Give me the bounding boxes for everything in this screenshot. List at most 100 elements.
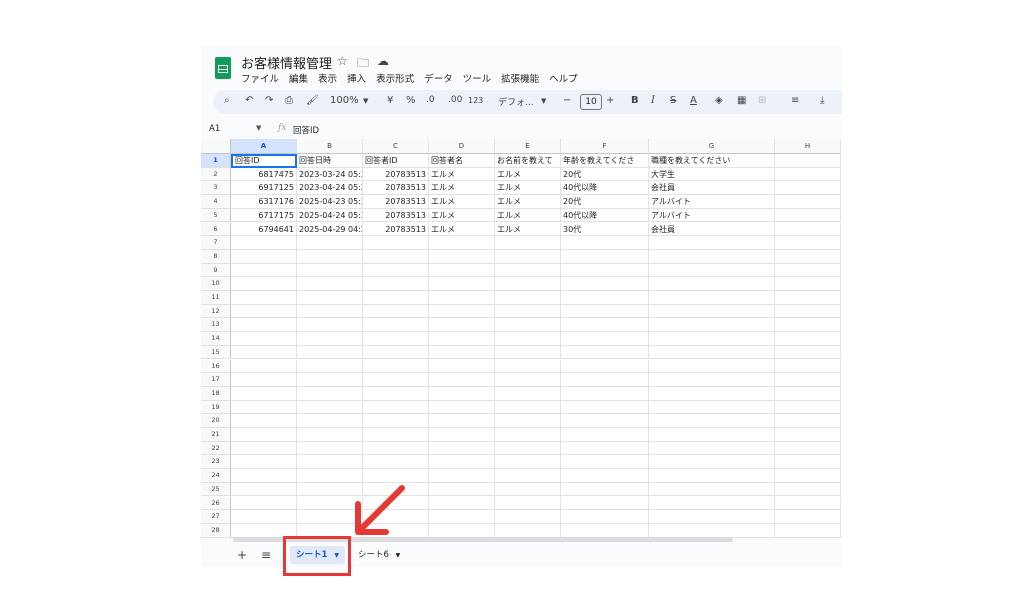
table-cell[interactable] (429, 236, 495, 250)
table-cell[interactable] (649, 469, 775, 483)
table-cell[interactable] (231, 304, 297, 319)
table-cell[interactable] (363, 428, 429, 442)
align-icon[interactable]: ≡ (791, 95, 799, 106)
table-cell[interactable] (495, 482, 561, 497)
text-color-button[interactable]: A (690, 95, 697, 106)
table-cell[interactable] (561, 400, 649, 415)
header-cell[interactable]: 年齢を教えてくださ (561, 154, 649, 168)
table-cell[interactable] (561, 373, 649, 387)
table-cell[interactable] (649, 441, 775, 456)
table-cell[interactable] (649, 345, 775, 360)
row-header[interactable]: 12 (201, 304, 231, 319)
merge-cells-icon[interactable]: ⊞ (758, 95, 766, 106)
table-cell[interactable] (297, 318, 363, 333)
font-select[interactable]: デフォ... (498, 95, 534, 108)
table-cell[interactable] (775, 345, 841, 360)
table-cell[interactable] (429, 386, 495, 401)
header-cell[interactable]: 職種を教えてください (649, 154, 775, 168)
table-cell[interactable] (231, 291, 297, 305)
table-cell[interactable] (775, 359, 841, 374)
table-cell[interactable] (495, 428, 561, 442)
table-cell[interactable] (297, 304, 363, 319)
table-cell[interactable] (363, 263, 429, 278)
table-cell[interactable] (495, 386, 561, 401)
table-cell[interactable]: 会社員 (649, 181, 775, 196)
table-cell[interactable] (649, 263, 775, 278)
column-header-g[interactable]: G (649, 139, 775, 154)
table-cell[interactable] (775, 414, 841, 428)
table-cell[interactable] (363, 345, 429, 360)
row-header[interactable]: 22 (201, 441, 231, 456)
table-cell[interactable] (649, 304, 775, 319)
table-cell[interactable] (561, 236, 649, 250)
table-cell[interactable] (775, 386, 841, 401)
table-cell[interactable] (775, 249, 841, 264)
row-header[interactable]: 24 (201, 469, 231, 483)
row-header[interactable]: 7 (201, 236, 231, 250)
table-cell[interactable] (775, 523, 841, 538)
star-icon[interactable]: ☆ (337, 54, 348, 68)
table-cell[interactable] (297, 263, 363, 278)
table-cell[interactable] (429, 482, 495, 497)
table-cell[interactable] (231, 386, 297, 401)
row-header[interactable]: 11 (201, 291, 231, 305)
table-cell[interactable] (649, 455, 775, 470)
row-header[interactable]: 1 (201, 154, 231, 168)
table-cell[interactable] (561, 469, 649, 483)
table-cell[interactable] (495, 345, 561, 360)
table-cell[interactable]: 2025-04-23 05:2 (297, 195, 363, 209)
table-cell[interactable]: 大学生 (649, 167, 775, 182)
row-header[interactable]: 15 (201, 345, 231, 360)
table-cell[interactable] (561, 441, 649, 456)
table-cell[interactable] (363, 332, 429, 346)
sheet-tab-6[interactable]: シート6 ▼ (352, 546, 406, 564)
table-cell[interactable] (363, 277, 429, 291)
table-cell[interactable] (363, 414, 429, 428)
table-cell[interactable] (231, 414, 297, 428)
menu-extensions[interactable]: 拡張機能 (501, 71, 539, 85)
add-sheet-icon[interactable]: + (237, 548, 247, 562)
table-cell[interactable] (775, 208, 841, 223)
table-cell[interactable] (297, 277, 363, 291)
zoom-select[interactable]: 100% (330, 95, 359, 106)
table-cell[interactable] (429, 332, 495, 346)
table-cell[interactable] (495, 318, 561, 333)
table-cell[interactable] (775, 236, 841, 250)
table-cell[interactable] (231, 496, 297, 511)
table-cell[interactable] (495, 236, 561, 250)
table-cell[interactable]: 6317176 (231, 195, 297, 209)
chevron-down-icon[interactable]: ▼ (541, 97, 546, 105)
table-cell[interactable] (775, 304, 841, 319)
table-cell[interactable] (649, 236, 775, 250)
table-cell[interactable] (429, 359, 495, 374)
table-cell[interactable]: 6917125 (231, 181, 297, 196)
row-header[interactable]: 21 (201, 428, 231, 442)
table-cell[interactable] (775, 277, 841, 291)
table-cell[interactable] (649, 510, 775, 524)
table-cell[interactable] (363, 318, 429, 333)
table-cell[interactable] (297, 332, 363, 346)
table-cell[interactable]: 2025-04-24 05:2 (297, 208, 363, 223)
table-cell[interactable] (775, 263, 841, 278)
table-cell[interactable] (429, 428, 495, 442)
header-cell[interactable] (775, 154, 841, 168)
table-cell[interactable]: エルメ (495, 195, 561, 209)
table-cell[interactable] (297, 414, 363, 428)
table-cell[interactable]: 6717175 (231, 208, 297, 223)
table-cell[interactable] (495, 510, 561, 524)
table-cell[interactable] (649, 482, 775, 497)
table-cell[interactable] (561, 318, 649, 333)
table-cell[interactable]: 2023-04-24 05:2 (297, 181, 363, 196)
spreadsheet-grid[interactable]: A B C D E F G H 1 回答ID 回答日時 回答者ID 回答者名 お名前を教えて 年齢を教えてく… (201, 139, 842, 539)
row-header[interactable]: 27 (201, 510, 231, 524)
table-cell[interactable] (231, 373, 297, 387)
sheets-logo-icon[interactable] (215, 57, 231, 79)
table-cell[interactable] (495, 523, 561, 538)
table-cell[interactable] (363, 400, 429, 415)
row-header[interactable]: 25 (201, 482, 231, 497)
table-cell[interactable] (429, 469, 495, 483)
row-header[interactable]: 9 (201, 263, 231, 278)
column-header-f[interactable]: F (561, 139, 649, 154)
table-cell[interactable]: 2025-04-29 04:2 (297, 222, 363, 237)
column-header-e[interactable]: E (495, 139, 561, 154)
